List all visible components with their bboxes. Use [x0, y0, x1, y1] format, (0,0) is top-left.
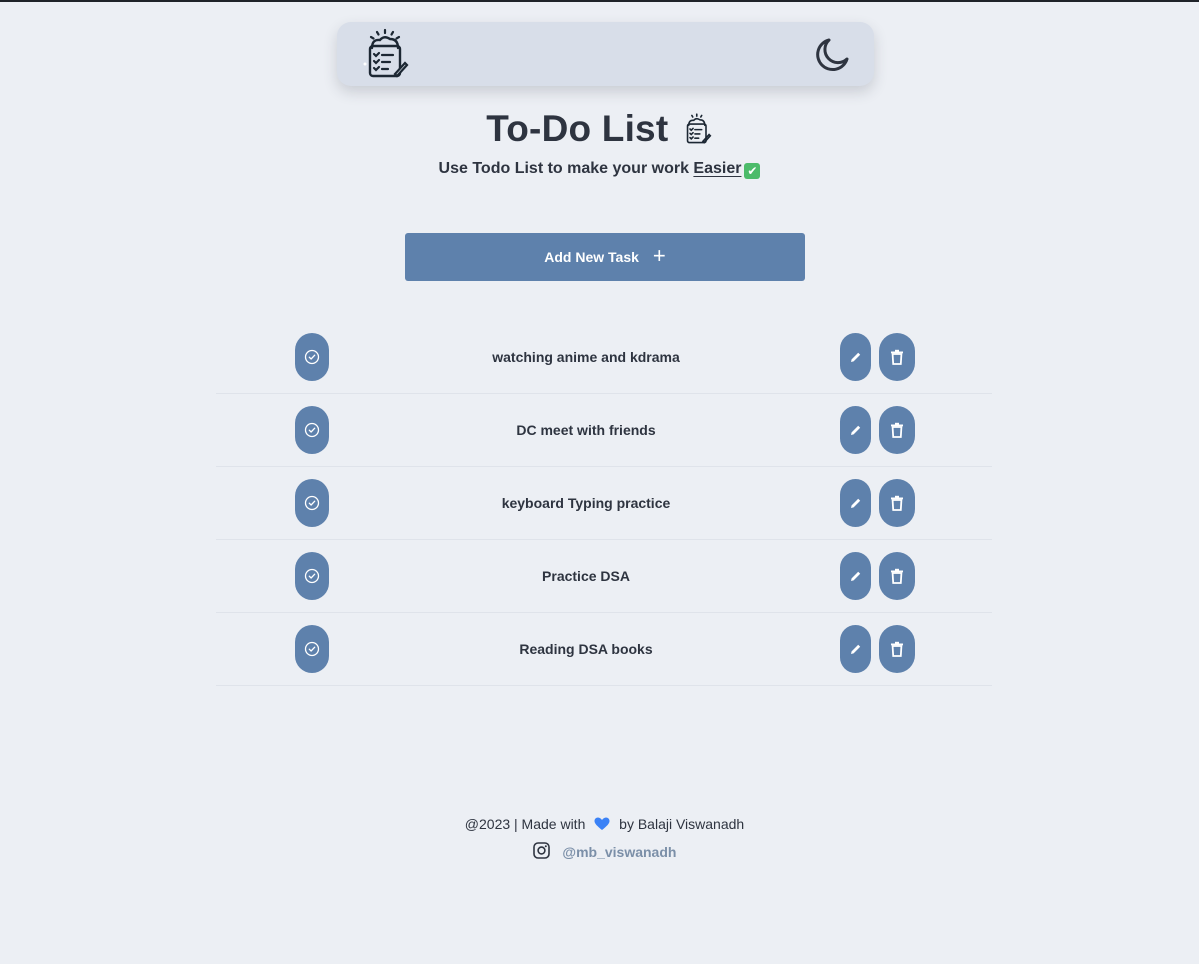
complete-task-button[interactable] — [295, 479, 329, 527]
complete-task-button[interactable] — [295, 552, 329, 600]
task-text: watching anime and kdrama — [492, 349, 680, 365]
task-text: Practice DSA — [542, 568, 630, 584]
delete-task-button[interactable] — [879, 406, 915, 454]
edit-task-button[interactable] — [840, 625, 871, 673]
title-row: To-Do List — [0, 108, 1199, 150]
trash-icon — [891, 349, 903, 365]
instagram-icon[interactable] — [532, 842, 550, 859]
easier-link[interactable]: Easier — [693, 160, 741, 177]
pencil-icon — [850, 498, 860, 508]
delete-task-button[interactable] — [879, 333, 915, 381]
trash-icon — [891, 568, 903, 584]
subtitle-text: Use Todo List to make your work — [438, 160, 694, 177]
pencil-icon — [850, 571, 860, 581]
add-new-task-button[interactable]: Add New Task + — [405, 233, 805, 281]
plus-icon: + — [652, 243, 666, 268]
task-text: DC meet with friends — [516, 422, 656, 438]
moon-icon[interactable] — [812, 34, 852, 74]
footer-credit-suffix: by Balaji Viswanadh — [619, 816, 745, 832]
pencil-icon — [850, 425, 860, 435]
check-circle-icon — [304, 422, 320, 438]
add-new-task-label: Add New Task — [544, 249, 639, 265]
pencil-icon — [850, 644, 860, 654]
pencil-icon — [850, 352, 860, 362]
trash-icon — [891, 422, 903, 438]
task-row: Reading DSA books — [216, 613, 992, 686]
complete-task-button[interactable] — [295, 625, 329, 673]
blue-heart-icon — [594, 817, 610, 830]
task-row: DC meet with friends — [216, 394, 992, 467]
complete-task-button[interactable] — [295, 406, 329, 454]
instagram-handle-link[interactable]: @mb_viswanadh — [562, 844, 676, 860]
clipboard-list-icon — [686, 113, 712, 144]
check-circle-icon — [304, 568, 320, 584]
delete-task-button[interactable] — [879, 479, 915, 527]
footer-credit-prefix: @2023 | Made with — [464, 816, 586, 832]
footer-credit: @2023 | Made with by Balaji Viswanadh — [0, 816, 1199, 832]
edit-task-button[interactable] — [840, 479, 871, 527]
delete-task-button[interactable] — [879, 552, 915, 600]
check-circle-icon — [304, 641, 320, 657]
clipboard-list-icon[interactable] — [363, 28, 411, 80]
delete-task-button[interactable] — [879, 625, 915, 673]
subtitle: Use Todo List to make your work Easier ✔ — [0, 160, 1199, 179]
task-row: watching anime and kdrama — [216, 321, 992, 394]
edit-task-button[interactable] — [840, 552, 871, 600]
footer-social: @mb_viswanadh — [0, 842, 1199, 860]
check-circle-icon — [304, 495, 320, 511]
navbar — [337, 22, 874, 86]
check-mark-icon: ✔ — [744, 163, 761, 179]
task-text: Reading DSA books — [519, 641, 653, 657]
task-text: keyboard Typing practice — [501, 495, 671, 511]
page-title: To-Do List — [486, 108, 669, 149]
edit-task-button[interactable] — [840, 406, 871, 454]
task-list: watching anime and kdrama DC meet with f… — [216, 321, 992, 686]
edit-task-button[interactable] — [840, 333, 871, 381]
check-circle-icon — [304, 349, 320, 365]
complete-task-button[interactable] — [295, 333, 329, 381]
trash-icon — [891, 641, 903, 657]
task-row: Practice DSA — [216, 540, 992, 613]
task-row: keyboard Typing practice — [216, 467, 992, 540]
window-top-border — [0, 0, 1199, 2]
trash-icon — [891, 495, 903, 511]
